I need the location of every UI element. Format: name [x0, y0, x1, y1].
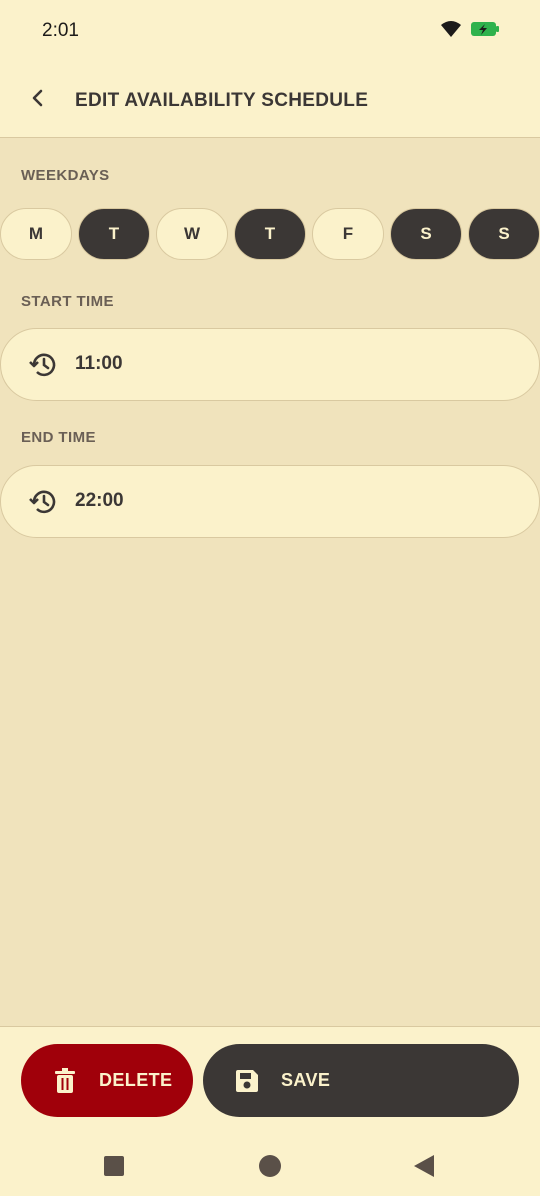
end-time-value: 22:00: [75, 490, 124, 511]
day-toggle-thursday[interactable]: T: [234, 208, 306, 260]
delete-button[interactable]: DELETE: [21, 1044, 193, 1117]
start-time-label: START TIME: [21, 293, 114, 310]
battery-icon: [470, 20, 500, 43]
triangle-back-icon: [412, 1154, 436, 1183]
recents-button[interactable]: [102, 1155, 126, 1182]
day-toggle-sunday[interactable]: S: [468, 208, 540, 260]
status-time: 2:01: [42, 20, 79, 41]
save-label: SAVE: [281, 1070, 331, 1090]
start-time-field[interactable]: 11:00: [0, 328, 540, 401]
chevron-left-icon: [30, 88, 46, 113]
status-bar: 2:01: [0, 0, 540, 62]
back-button[interactable]: [22, 84, 54, 116]
delete-label: DELETE: [99, 1070, 173, 1090]
page-title: EDIT AVAILABILITY SCHEDULE: [75, 90, 369, 111]
day-toggle-monday[interactable]: M: [0, 208, 72, 260]
day-toggle-friday[interactable]: F: [312, 208, 384, 260]
status-icons: [440, 20, 500, 43]
weekdays-label: WEEKDAYS: [21, 167, 110, 184]
save-button[interactable]: SAVE: [203, 1044, 519, 1117]
wifi-icon: [440, 20, 462, 43]
square-icon: [103, 1155, 125, 1182]
end-time-field[interactable]: 22:00: [0, 465, 540, 538]
floppy-disk-icon: [231, 1065, 263, 1097]
end-time-label: END TIME: [21, 429, 96, 446]
trash-icon: [49, 1065, 81, 1097]
start-time-value: 11:00: [75, 353, 123, 374]
day-toggle-tuesday[interactable]: T: [78, 208, 150, 260]
history-icon: [27, 349, 59, 381]
day-toggle-wednesday[interactable]: W: [156, 208, 228, 260]
system-navigation-bar: [0, 1140, 540, 1196]
app-bar: EDIT AVAILABILITY SCHEDULE: [0, 62, 540, 138]
day-toggle-saturday[interactable]: S: [390, 208, 462, 260]
history-icon: [27, 486, 59, 518]
home-button[interactable]: [258, 1154, 282, 1183]
weekday-selector: M T W T F S S: [0, 208, 540, 260]
back-nav-button[interactable]: [412, 1154, 436, 1183]
circle-icon: [258, 1154, 282, 1183]
